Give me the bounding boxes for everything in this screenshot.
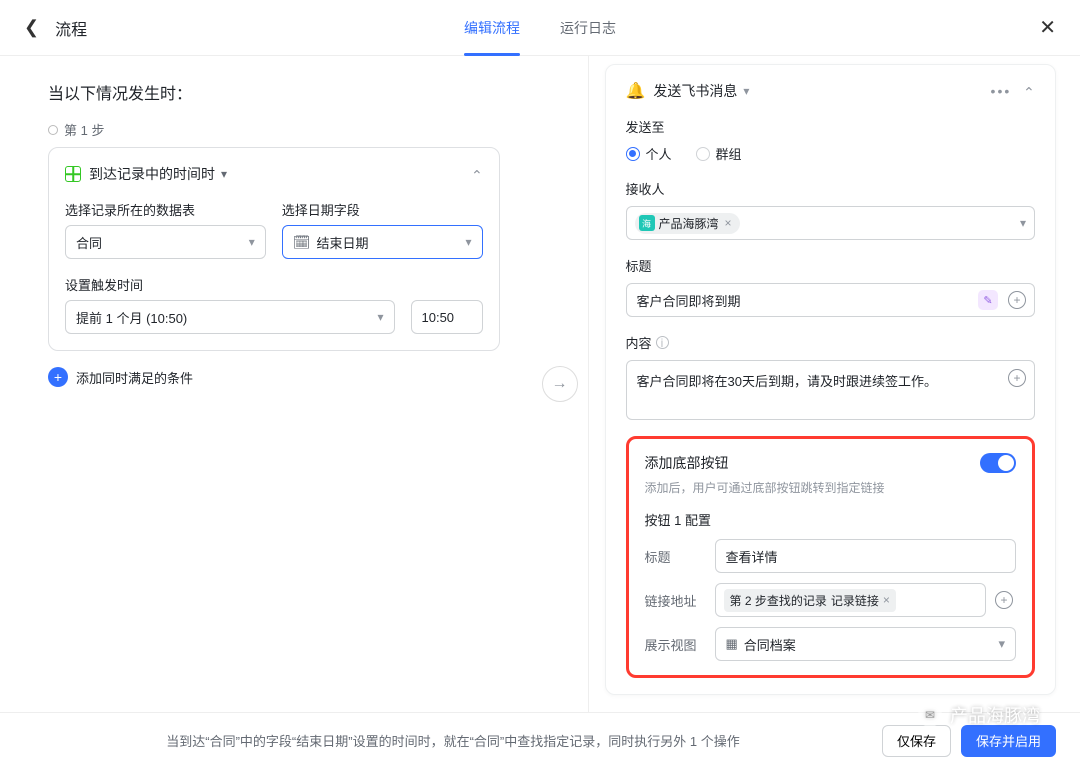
radio-person-label: 个人 — [646, 144, 672, 163]
action-card-header: 🔔 发送飞书消息 ▾ ••• ⌄ — [626, 81, 1036, 101]
recipient-select[interactable]: 海 产品海豚湾 × ▾ — [626, 206, 1036, 240]
action-title: 发送飞书消息 — [653, 81, 737, 101]
close-icon[interactable]: ✕ — [1039, 15, 1056, 40]
recipient-label: 接收人 — [626, 179, 1036, 198]
radio-icon — [696, 147, 710, 161]
caret-down-icon: ▾ — [221, 167, 227, 181]
main: 当以下情况发生时： 第 1 步 到达记录中的时间时 ▾ ⌄ 选择记录所在的数据表… — [0, 56, 1080, 712]
add-variable-icon[interactable]: + — [1008, 369, 1026, 387]
link-variable-bold: 第 2 步查找的记录 — [730, 592, 827, 609]
caret-down-icon: ▾ — [1020, 216, 1026, 230]
add-condition-button[interactable]: + 添加同时满足的条件 — [48, 367, 500, 387]
calendar-icon: 🗓 — [293, 234, 311, 251]
label-date-field: 选择日期字段 — [282, 200, 483, 219]
title-input[interactable]: 客户合同即将到期 ✎ + — [626, 283, 1036, 317]
chevron-up-icon[interactable]: ⌄ — [1023, 83, 1035, 100]
btn1-title-input[interactable] — [715, 539, 1017, 573]
title-value: 客户合同即将到期 — [637, 291, 741, 310]
btn1-link-label: 链接地址 — [645, 591, 705, 610]
link-variable-rest: 记录链接 — [831, 592, 879, 609]
select-trigger-offset[interactable]: 提前 1 个月 (10:50) ▾ — [65, 300, 395, 334]
save-only-button[interactable]: 仅保存 — [882, 725, 951, 757]
plus-icon: + — [48, 367, 68, 387]
btn1-title-label: 标题 — [645, 547, 705, 566]
more-icon[interactable]: ••• — [991, 83, 1012, 99]
bottom-button-section: 添加底部按钮 添加后，用户可通过底部按钮跳转到指定链接 按钮 1 配置 标题 链… — [626, 436, 1036, 678]
select-date-field-value: 结束日期 — [317, 233, 369, 252]
action-card: 🔔 发送飞书消息 ▾ ••• ⌄ 发送至 个人 群组 接收人 — [605, 64, 1057, 695]
arrow-right-icon: → — [542, 366, 578, 402]
btn1-view-value: 合同档案 — [744, 635, 796, 654]
add-condition-label: 添加同时满足的条件 — [76, 368, 193, 387]
btn1-view-select[interactable]: ▦ 合同档案 ▾ — [715, 627, 1017, 661]
btn1-link-input[interactable]: 第 2 步查找的记录 记录链接 × + — [715, 583, 987, 617]
add-bottom-btn-hint: 添加后，用户可通过底部按钮跳转到指定链接 — [645, 479, 1017, 496]
back-icon[interactable]: ❮ — [24, 17, 39, 38]
btn1-view-label: 展示视图 — [645, 635, 705, 654]
remove-chip-icon[interactable]: × — [883, 593, 890, 607]
select-table[interactable]: 合同 ▾ — [65, 225, 266, 259]
footer-summary: 当到达“合同”中的字段“结束日期”设置的时间时，就在“合同”中查找指定记录，同时… — [166, 731, 739, 750]
caret-down-icon: ▾ — [377, 310, 383, 324]
content-textarea[interactable]: 客户合同即将在30天后到期，请及时跟进续签工作。 + — [626, 360, 1036, 420]
caret-down-icon: ▾ — [249, 235, 255, 249]
tabs: 编辑流程 运行日志 — [464, 0, 616, 55]
tab-run-log[interactable]: 运行日志 — [560, 0, 616, 55]
radio-icon — [626, 147, 640, 161]
select-trigger-offset-value: 提前 1 个月 (10:50) — [76, 308, 187, 327]
caret-down-icon: ▾ — [465, 235, 471, 249]
trigger-card-header[interactable]: 到达记录中的时间时 ▾ ⌄ — [65, 164, 483, 184]
select-date-field[interactable]: 🗓 结束日期 ▾ — [282, 225, 483, 259]
page-title: 流程 — [55, 16, 87, 40]
content-label: 内容 i — [626, 333, 1036, 352]
radio-person[interactable]: 个人 — [626, 144, 672, 163]
info-icon[interactable]: i — [656, 336, 669, 349]
chevron-up-icon[interactable]: ⌄ — [471, 166, 483, 183]
input-trigger-time[interactable] — [411, 300, 483, 334]
add-variable-icon[interactable]: + — [1008, 291, 1026, 309]
recipient-chip-label: 产品海豚湾 — [659, 215, 719, 232]
radio-group[interactable]: 群组 — [696, 144, 742, 163]
recipient-chip: 海 产品海豚湾 × — [635, 213, 740, 234]
select-table-value: 合同 — [76, 233, 102, 252]
remove-chip-icon[interactable]: × — [725, 216, 732, 230]
radio-group-label: 群组 — [716, 144, 742, 163]
left-column: 当以下情况发生时： 第 1 步 到达记录中的时间时 ▾ ⌄ 选择记录所在的数据表… — [0, 56, 532, 712]
divider-column: → — [532, 56, 588, 712]
trigger-section-title: 当以下情况发生时： — [48, 80, 500, 104]
grid-icon: ▦ — [726, 636, 738, 652]
send-to-label: 发送至 — [626, 117, 1036, 136]
trigger-card-title: 到达记录中的时间时 — [89, 164, 215, 184]
caret-down-icon[interactable]: ▾ — [743, 84, 749, 98]
footer: 当到达“合同”中的字段“结束日期”设置的时间时，就在“合同”中查找指定记录，同时… — [0, 712, 1080, 768]
button1-config-label: 按钮 1 配置 — [645, 510, 1017, 529]
add-variable-icon[interactable]: + — [995, 591, 1013, 609]
caret-down-icon: ▾ — [998, 636, 1005, 652]
header: ❮ 流程 编辑流程 运行日志 ✕ — [0, 0, 1080, 56]
link-variable-chip: 第 2 步查找的记录 记录链接 × — [724, 589, 896, 612]
label-select-table: 选择记录所在的数据表 — [65, 200, 266, 219]
step-1-label: 第 1 步 — [48, 120, 500, 139]
avatar: 海 — [639, 215, 655, 231]
trigger-card: 到达记录中的时间时 ▾ ⌄ 选择记录所在的数据表 合同 ▾ 选择日期字段 🗓 结… — [48, 147, 500, 351]
right-column: 🔔 发送飞书消息 ▾ ••• ⌄ 发送至 个人 群组 接收人 — [588, 56, 1080, 712]
tab-edit-flow[interactable]: 编辑流程 — [464, 0, 520, 55]
add-bottom-btn-label: 添加底部按钮 — [645, 453, 729, 473]
bell-icon: 🔔 — [626, 81, 646, 101]
content-value: 客户合同即将在30天后到期，请及时跟进续签工作。 — [637, 374, 937, 389]
save-and-enable-button[interactable]: 保存并启用 — [961, 725, 1056, 757]
magic-icon[interactable]: ✎ — [978, 290, 998, 310]
title-label: 标题 — [626, 256, 1036, 275]
label-trigger-time: 设置触发时间 — [65, 275, 483, 294]
table-icon — [65, 166, 81, 182]
toggle-add-bottom-button[interactable] — [980, 453, 1016, 473]
